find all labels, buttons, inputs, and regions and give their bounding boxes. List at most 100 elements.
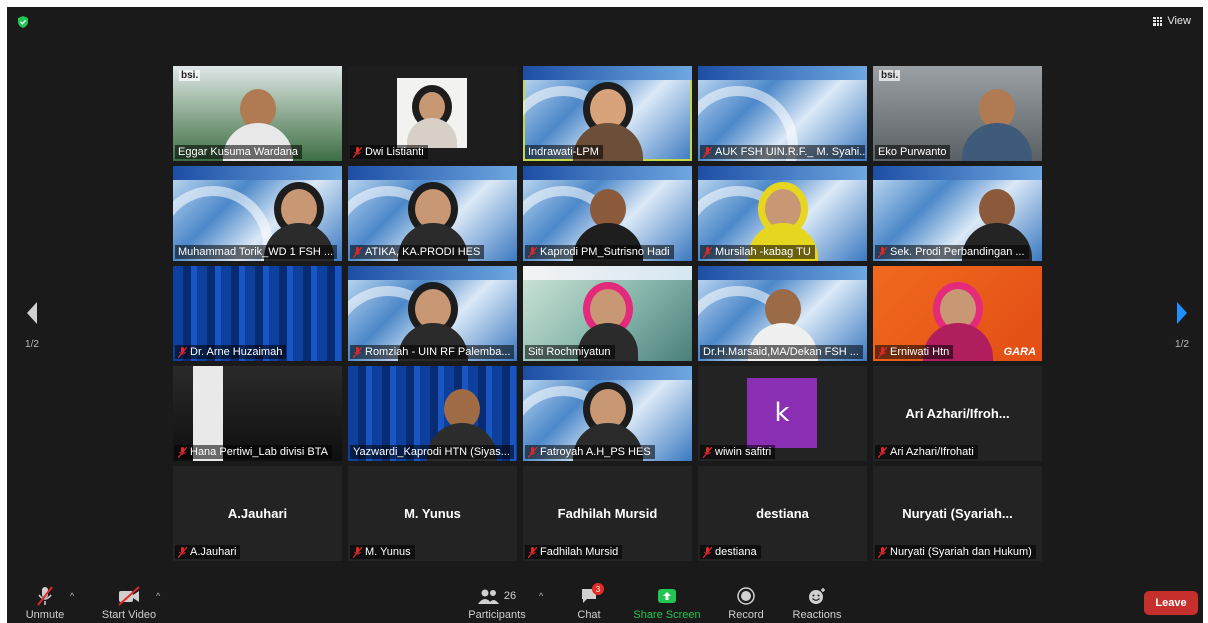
participant-name: Mursilah -kabag TU <box>700 245 815 259</box>
participant-name: Nuryati (Syariah dan Hukum) <box>875 545 1036 559</box>
video-tile[interactable]: Nuryati (Syariah... Nuryati (Syariah dan… <box>873 466 1042 561</box>
video-tile[interactable]: Dr. Arne Huzaimah <box>173 266 342 361</box>
grid-view-icon <box>1153 16 1163 26</box>
center-display-name: destiana <box>756 506 809 521</box>
participant-name: Eggar Kusuma Wardana <box>175 145 303 159</box>
video-tile[interactable]: Ari Azhari/Ifroh... Ari Azhari/Ifrohati <box>873 366 1042 461</box>
video-tile[interactable]: Siti Rochmiyatun <box>523 266 692 361</box>
chat-button[interactable]: 3 Chat <box>572 583 606 621</box>
video-tile[interactable]: Hana Pertiwi_Lab divisi BTA <box>173 366 342 461</box>
video-tile[interactable]: Sek. Prodi Perbandingan ... <box>873 166 1042 261</box>
mic-muted-icon <box>878 246 887 258</box>
zoom-window: View 1/2 1/2 bsi. Eggar Kusuma Wardana D… <box>7 7 1203 623</box>
video-tile[interactable]: ATIKA, KA.PRODI HES <box>348 166 517 261</box>
next-page-nav[interactable]: 1/2 <box>1162 299 1202 350</box>
audio-options-caret[interactable]: ^ <box>70 591 74 601</box>
shield-icon[interactable] <box>16 15 30 29</box>
chat-label: Chat <box>577 609 601 621</box>
mic-muted-icon <box>703 546 712 558</box>
mic-muted-icon <box>353 146 362 158</box>
mic-muted-icon <box>528 546 537 558</box>
participants-label: Participants <box>468 609 526 621</box>
mic-muted-icon <box>878 446 887 458</box>
video-tile[interactable]: GARA Erniwati Htn <box>873 266 1042 361</box>
video-tile[interactable]: Romziah - UIN RF Palemba... <box>348 266 517 361</box>
mic-muted-icon <box>703 146 712 158</box>
share-screen-label: Share Screen <box>633 609 701 621</box>
participant-name: Muhammad Torik_WD 1 FSH ... <box>175 245 338 259</box>
center-display-name: Fadhilah Mursid <box>557 506 658 521</box>
participants-icon <box>477 589 499 604</box>
mic-muted-icon <box>353 246 362 258</box>
video-tile[interactable]: destiana destiana <box>698 466 867 561</box>
video-tile[interactable]: bsi. Eko Purwanto <box>873 66 1042 161</box>
page-indicator-right: 1/2 <box>1175 339 1189 350</box>
chat-unread-badge: 3 <box>592 583 604 595</box>
center-display-name: M. Yunus <box>404 506 461 521</box>
meeting-toolbar: Unmute ^ Start Video ^ 26 Participants ^… <box>7 577 1203 623</box>
start-video-button[interactable]: Start Video <box>97 583 161 621</box>
mic-off-icon <box>37 586 53 606</box>
participant-name: Romziah - UIN RF Palemba... <box>350 345 515 359</box>
participant-name: Ari Azhari/Ifrohati <box>875 445 978 459</box>
mic-muted-icon <box>878 346 887 358</box>
participant-name: Eko Purwanto <box>875 145 951 159</box>
participant-name: Dwi Listianti <box>350 145 428 159</box>
reactions-button[interactable]: Reactions <box>789 583 845 621</box>
participant-name: A.Jauhari <box>175 545 241 559</box>
video-tile-active-speaker[interactable]: Indrawati-LPM <box>523 66 692 161</box>
mic-muted-icon <box>878 546 887 558</box>
prev-page-nav[interactable]: 1/2 <box>12 299 52 350</box>
avatar: k <box>747 378 817 448</box>
participant-name: Fatroyah A.H_PS HES <box>525 445 655 459</box>
participant-name: Yazwardi_Kaprodi HTN (Siyas... <box>350 445 514 459</box>
video-tile[interactable]: Fatroyah A.H_PS HES <box>523 366 692 461</box>
participants-caret[interactable]: ^ <box>539 591 543 601</box>
video-tile[interactable]: Dwi Listianti <box>348 66 517 161</box>
gara-text: GARA <box>1003 346 1036 358</box>
video-tile[interactable]: Mursilah -kabag TU <box>698 166 867 261</box>
leave-button[interactable]: Leave <box>1144 591 1198 615</box>
participants-button[interactable]: 26 Participants <box>467 583 527 621</box>
mic-muted-icon <box>528 246 537 258</box>
mic-muted-icon <box>178 346 187 358</box>
mic-muted-icon <box>353 346 362 358</box>
record-icon <box>737 587 755 605</box>
share-screen-button[interactable]: Share Screen <box>632 583 702 621</box>
video-tile[interactable]: Yazwardi_Kaprodi HTN (Siyas... <box>348 366 517 461</box>
bsi-logo: bsi. <box>879 70 901 81</box>
share-screen-icon <box>658 589 676 603</box>
video-tile[interactable]: AUK FSH UIN.R.F._ M. Syahi... <box>698 66 867 161</box>
video-tile[interactable]: Dr.H.Marsaid,MA/Dekan FSH ... <box>698 266 867 361</box>
page-indicator-left: 1/2 <box>25 339 39 350</box>
participant-name: destiana <box>700 545 761 559</box>
view-button[interactable]: View <box>1153 15 1191 27</box>
participants-count: 26 <box>503 590 517 602</box>
video-options-caret[interactable]: ^ <box>156 591 160 601</box>
record-label: Record <box>728 609 764 621</box>
next-page-icon <box>1177 302 1187 324</box>
participant-name: Dr.H.Marsaid,MA/Dekan FSH ... <box>700 345 863 359</box>
participant-name: Hana Pertiwi_Lab divisi BTA <box>175 445 332 459</box>
unmute-button[interactable]: Unmute <box>21 583 69 621</box>
video-tile[interactable]: A.Jauhari A.Jauhari <box>173 466 342 561</box>
mic-muted-icon <box>703 446 712 458</box>
video-tile[interactable]: bsi. Eggar Kusuma Wardana <box>173 66 342 161</box>
participant-name: Erniwati Htn <box>875 345 954 359</box>
start-video-label: Start Video <box>101 609 157 621</box>
participant-name: Siti Rochmiyatun <box>525 345 615 359</box>
reactions-label: Reactions <box>792 609 842 621</box>
video-tile[interactable]: M. Yunus M. Yunus <box>348 466 517 561</box>
participant-name: Dr. Arne Huzaimah <box>175 345 287 359</box>
video-tile[interactable]: k wiwin safitri <box>698 366 867 461</box>
participant-name: Indrawati-LPM <box>525 145 603 159</box>
participant-name: AUK FSH UIN.R.F._ M. Syahi... <box>700 145 865 159</box>
prev-page-icon <box>27 302 37 324</box>
mic-muted-icon <box>703 246 712 258</box>
record-button[interactable]: Record <box>725 583 767 621</box>
video-tile[interactable]: Fadhilah Mursid Fadhilah Mursid <box>523 466 692 561</box>
video-tile[interactable]: Kaprodi PM_Sutrisno Hadi <box>523 166 692 261</box>
participant-photo <box>397 78 467 148</box>
participant-name: wiwin safitri <box>700 445 776 459</box>
video-tile[interactable]: Muhammad Torik_WD 1 FSH ... <box>173 166 342 261</box>
